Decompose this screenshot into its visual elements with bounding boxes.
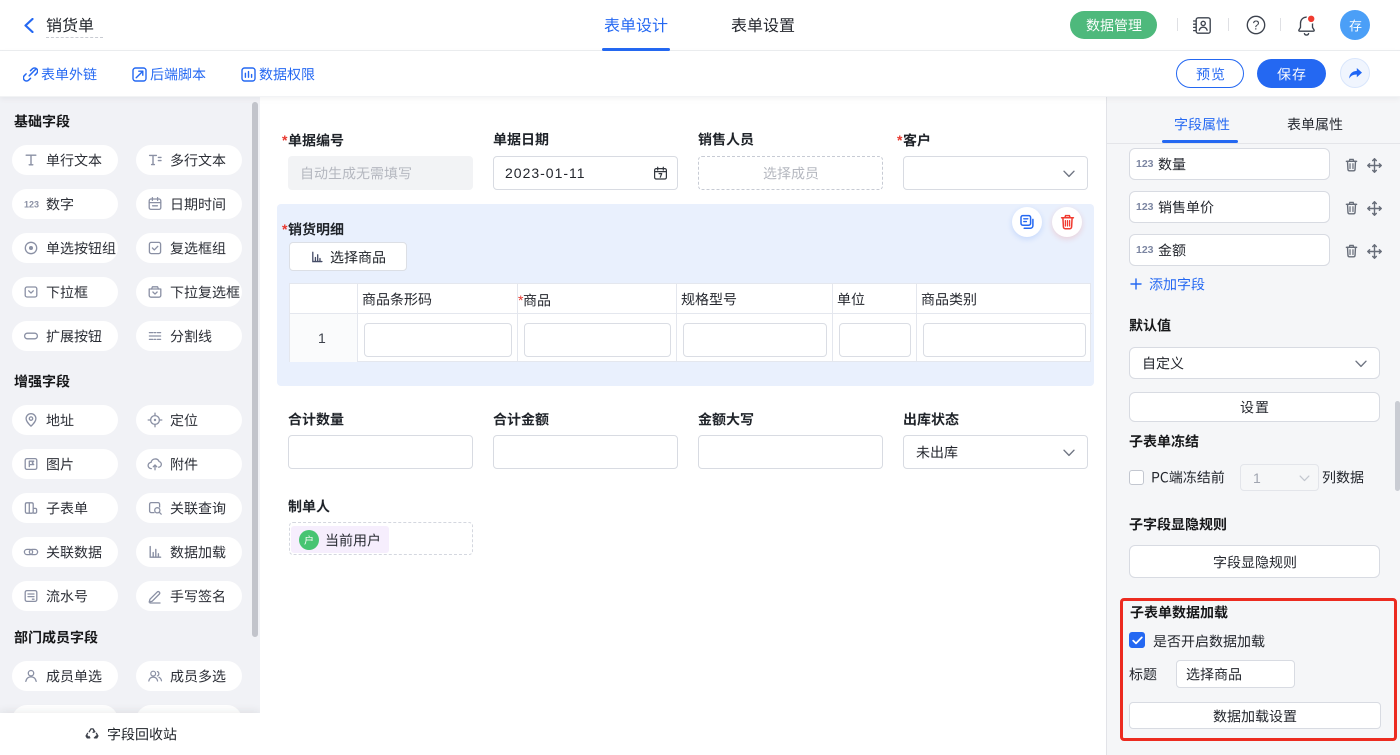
svg-text:123: 123 [24,200,39,210]
svg-text:?: ? [1253,18,1260,32]
